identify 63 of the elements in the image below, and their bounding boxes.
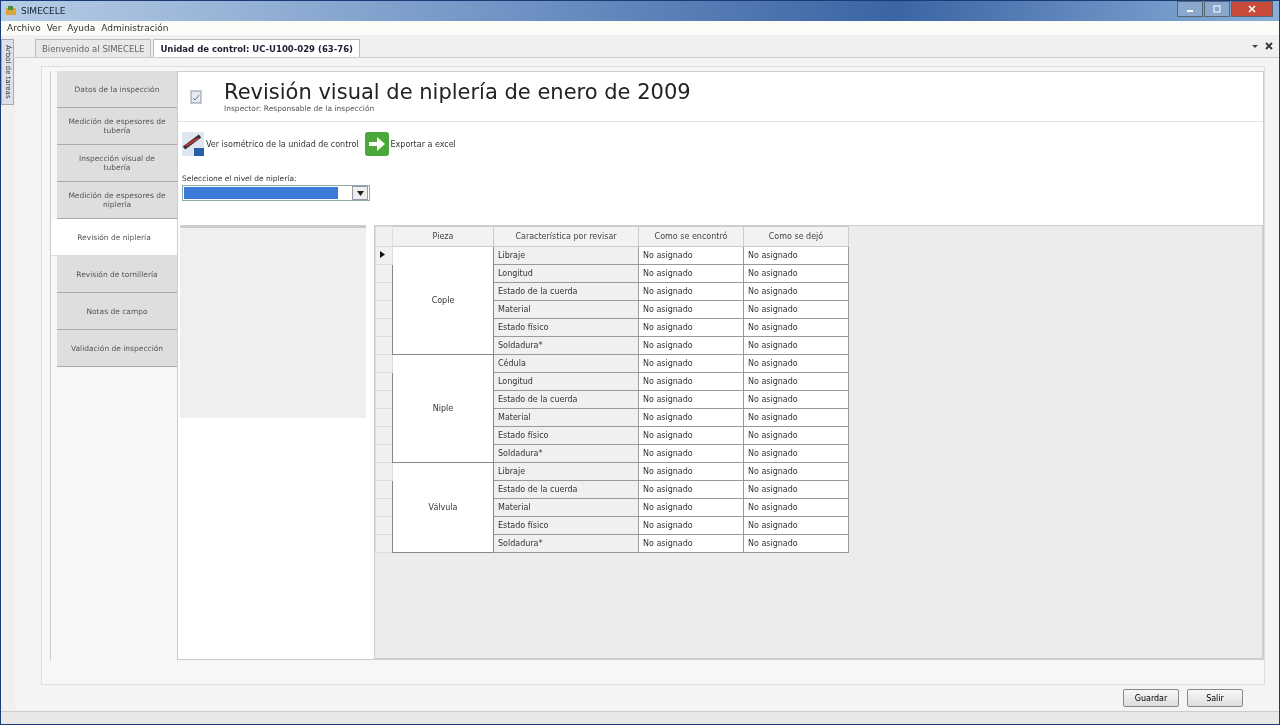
table-cell[interactable]: No asignado bbox=[638, 426, 744, 445]
table-cell[interactable]: No asignado bbox=[743, 264, 849, 283]
export-button[interactable]: Exportar a excel bbox=[364, 132, 456, 156]
table-cell[interactable]: No asignado bbox=[638, 318, 744, 337]
table-cell[interactable]: No asignado bbox=[743, 408, 849, 427]
current-row-icon bbox=[380, 251, 385, 258]
table-cell[interactable]: No asignado bbox=[743, 480, 849, 499]
table-cell[interactable]: No asignado bbox=[638, 534, 744, 553]
table-cell[interactable]: No asignado bbox=[743, 426, 849, 445]
table-cell[interactable]: No asignado bbox=[743, 444, 849, 463]
table-cell[interactable]: No asignado bbox=[638, 246, 744, 265]
table-cell[interactable]: No asignado bbox=[743, 516, 849, 535]
column-header[interactable]: Como se dejó bbox=[743, 226, 849, 247]
window-title: SIMECELE bbox=[21, 6, 66, 16]
maximize-icon bbox=[1213, 5, 1221, 13]
table-cell[interactable]: No asignado bbox=[638, 444, 744, 463]
dropdown-icon[interactable] bbox=[1251, 42, 1259, 50]
close-icon[interactable] bbox=[1265, 42, 1273, 50]
maximize-button[interactable] bbox=[1204, 1, 1230, 17]
minimize-button[interactable] bbox=[1177, 1, 1203, 17]
menu-item[interactable]: Ver bbox=[46, 23, 62, 33]
caret-icon bbox=[356, 190, 364, 196]
table-cell[interactable]: No asignado bbox=[638, 300, 744, 319]
table-cell[interactable]: No asignado bbox=[638, 498, 744, 517]
table-cell[interactable]: No asignado bbox=[638, 480, 744, 499]
table-cell[interactable]: No asignado bbox=[638, 372, 744, 391]
app-icon bbox=[5, 5, 17, 17]
pipe-icon bbox=[182, 132, 204, 156]
menu-item[interactable]: Administración bbox=[101, 23, 169, 33]
table-cell[interactable]: No asignado bbox=[743, 372, 849, 391]
table-cell[interactable]: No asignado bbox=[638, 462, 744, 481]
table-cell[interactable]: No asignado bbox=[638, 336, 744, 355]
table-cell[interactable]: No asignado bbox=[743, 246, 849, 265]
table-cell[interactable]: No asignado bbox=[743, 300, 849, 319]
table-cell[interactable]: No asignado bbox=[638, 354, 744, 373]
table-cell[interactable]: No asignado bbox=[638, 390, 744, 409]
dialog-button[interactable]: Guardar bbox=[1123, 689, 1179, 707]
menu-item[interactable]: Archivo bbox=[7, 23, 41, 33]
document-tab[interactable]: Unidad de control: UC-U100-029 (63-76) bbox=[153, 39, 360, 57]
table-cell[interactable]: No asignado bbox=[638, 408, 744, 427]
dialog-button[interactable]: Salir bbox=[1187, 689, 1243, 707]
isometric-view-button[interactable]: Ver isométrico de la unidad de control bbox=[182, 132, 359, 156]
table-cell[interactable]: No asignado bbox=[638, 516, 744, 535]
column-header[interactable]: Pieza bbox=[392, 226, 494, 247]
level-select[interactable] bbox=[182, 185, 370, 201]
column-header[interactable]: Característica por revisar bbox=[493, 226, 639, 247]
table-cell[interactable]: No asignado bbox=[743, 534, 849, 553]
table-cell[interactable]: No asignado bbox=[638, 282, 744, 301]
table-cell[interactable]: No asignado bbox=[743, 498, 849, 517]
page-title: Revisión visual de niplería de enero de 2009 bbox=[224, 80, 691, 104]
table-cell[interactable]: No asignado bbox=[638, 264, 744, 283]
menu-item[interactable]: Ayuda bbox=[67, 23, 96, 33]
close-button[interactable] bbox=[1231, 1, 1273, 17]
document-icon bbox=[190, 89, 202, 104]
column-header[interactable]: Como se encontró bbox=[638, 226, 744, 247]
close-icon bbox=[1248, 5, 1256, 13]
table-cell[interactable]: No asignado bbox=[743, 336, 849, 355]
table-cell[interactable]: No asignado bbox=[743, 318, 849, 337]
document-tab[interactable]: Bienvenido al SIMECELE bbox=[35, 39, 152, 57]
table-cell[interactable]: No asignado bbox=[743, 282, 849, 301]
table-cell[interactable]: No asignado bbox=[743, 390, 849, 409]
table-cell[interactable]: No asignado bbox=[743, 462, 849, 481]
table-cell[interactable]: No asignado bbox=[743, 354, 849, 373]
